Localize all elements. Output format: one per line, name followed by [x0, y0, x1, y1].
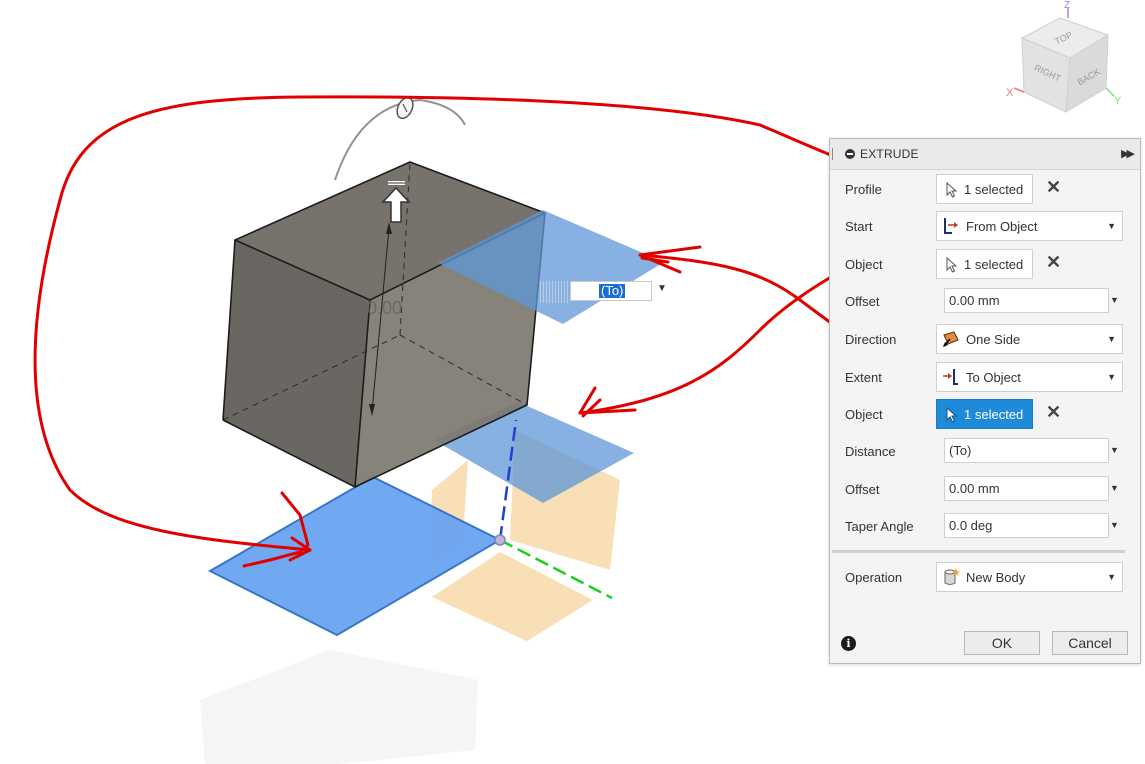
collapse-icon[interactable]: [845, 149, 855, 159]
panel-drag-handle[interactable]: [832, 148, 835, 160]
origin-point: [494, 534, 506, 546]
ok-button[interactable]: OK: [964, 631, 1040, 655]
taper-angle-field[interactable]: 0.0 deg: [944, 513, 1109, 538]
row-object: Object 1 selected ✕: [830, 247, 1140, 281]
row-start: Start From Object ▼: [830, 209, 1140, 243]
cursor-icon: [946, 182, 958, 198]
extent-dropdown-value: To Object: [966, 370, 1021, 385]
profile-select-text: 1 selected: [964, 182, 1024, 197]
input-drag-grip[interactable]: [540, 281, 570, 303]
chevron-down-icon[interactable]: ▼: [657, 283, 667, 294]
start-object-clear-icon[interactable]: ✕: [1046, 252, 1061, 273]
one-side-icon: [943, 331, 959, 347]
object-extent-label: Object: [845, 407, 883, 422]
axis-z-label: Z: [1064, 0, 1070, 11]
operation-label: Operation: [845, 570, 903, 585]
ground-shadow: [200, 650, 478, 764]
chevron-down-icon[interactable]: ▼: [1110, 295, 1119, 305]
panel-divider: [832, 550, 1125, 553]
extent-offset-field[interactable]: 0.00 mm: [944, 476, 1109, 501]
row-distance: Distance (To) ▼: [830, 434, 1140, 468]
start-dropdown[interactable]: From Object ▼: [936, 211, 1123, 241]
row-offset: Offset 0.00 mm ▼: [830, 284, 1140, 318]
axis-x-label: X: [1006, 87, 1014, 99]
distance-field[interactable]: (To): [944, 438, 1109, 463]
object-label: Object: [845, 257, 883, 272]
chevron-down-icon[interactable]: ▼: [1110, 520, 1119, 530]
start-object-select-button[interactable]: 1 selected: [936, 249, 1033, 279]
axis-y-label: Y: [1114, 95, 1122, 107]
start-label: Start: [845, 219, 873, 234]
profile-label: Profile: [845, 182, 882, 197]
axis-x-line: [1013, 87, 1025, 93]
chevron-down-icon: ▼: [1107, 372, 1116, 382]
operation-dropdown[interactable]: New Body ▼: [936, 562, 1123, 592]
extent-dropdown[interactable]: To Object ▼: [936, 362, 1123, 392]
operation-dropdown-value: New Body: [966, 570, 1026, 585]
extent-object-clear-icon[interactable]: ✕: [1046, 402, 1061, 423]
start-object-select-text: 1 selected: [964, 257, 1024, 272]
profile-clear-icon[interactable]: ✕: [1046, 177, 1061, 198]
panel-title: EXTRUDE: [860, 147, 919, 161]
row-operation: Operation New Body ▼: [830, 560, 1140, 594]
cursor-icon: [946, 257, 958, 273]
info-icon[interactable]: i: [841, 636, 856, 651]
offset-extent-label: Offset: [845, 482, 880, 497]
row-extent: Extent To Object ▼: [830, 360, 1140, 394]
extent-offset-value: 0.00 mm: [949, 481, 1000, 496]
distance-canvas-field[interactable]: (To): [570, 281, 652, 301]
new-body-icon: [944, 568, 960, 585]
start-dropdown-value: From Object: [966, 219, 1038, 234]
start-offset-value: 0.00 mm: [949, 293, 1000, 308]
panel-titlebar[interactable]: EXTRUDE ▶▶: [830, 139, 1140, 170]
chevron-down-icon: ▼: [1107, 334, 1116, 344]
dimension-label: 30.00: [357, 298, 403, 318]
expand-icon[interactable]: ▶▶: [1121, 147, 1135, 160]
start-offset-field[interactable]: 0.00 mm: [944, 288, 1109, 313]
view-cube[interactable]: TOP RIGHT BACK X Y Z: [1000, 0, 1140, 130]
chevron-down-icon[interactable]: ▼: [1110, 483, 1119, 493]
direction-dropdown-value: One Side: [966, 332, 1021, 347]
profile-select-button[interactable]: 1 selected: [936, 174, 1033, 204]
taper-label: Taper Angle: [845, 519, 914, 534]
to-object-icon: [943, 369, 958, 385]
extrude-panel: EXTRUDE ▶▶ Profile 1 selected ✕ Start Fr…: [829, 138, 1141, 664]
extent-label: Extent: [845, 370, 882, 385]
axis-y-line: [1105, 87, 1115, 97]
cursor-icon: [946, 407, 958, 423]
row-profile: Profile 1 selected ✕: [830, 172, 1140, 206]
chevron-down-icon[interactable]: ▼: [1110, 445, 1119, 455]
row-taper: Taper Angle 0.0 deg ▼: [830, 509, 1140, 543]
chevron-down-icon: ▼: [1107, 221, 1116, 231]
distance-label: Distance: [845, 444, 896, 459]
row-object-extent: Object 1 selected ✕: [830, 397, 1140, 431]
from-object-icon: [944, 218, 958, 234]
chevron-down-icon: ▼: [1107, 572, 1116, 582]
taper-angle-value: 0.0 deg: [949, 518, 993, 533]
extent-object-select-text: 1 selected: [964, 407, 1024, 422]
distance-canvas-input[interactable]: (To) ▼: [540, 279, 670, 305]
row-offset-extent: Offset 0.00 mm ▼: [830, 472, 1140, 506]
offset-label: Offset: [845, 294, 880, 309]
direction-dropdown[interactable]: One Side ▼: [936, 324, 1123, 354]
distance-value: (To): [949, 443, 972, 458]
distance-canvas-value: (To): [599, 283, 626, 298]
extent-object-select-button[interactable]: 1 selected: [936, 399, 1033, 429]
cancel-button[interactable]: Cancel: [1052, 631, 1128, 655]
direction-label: Direction: [845, 332, 897, 347]
row-direction: Direction One Side ▼: [830, 322, 1140, 356]
